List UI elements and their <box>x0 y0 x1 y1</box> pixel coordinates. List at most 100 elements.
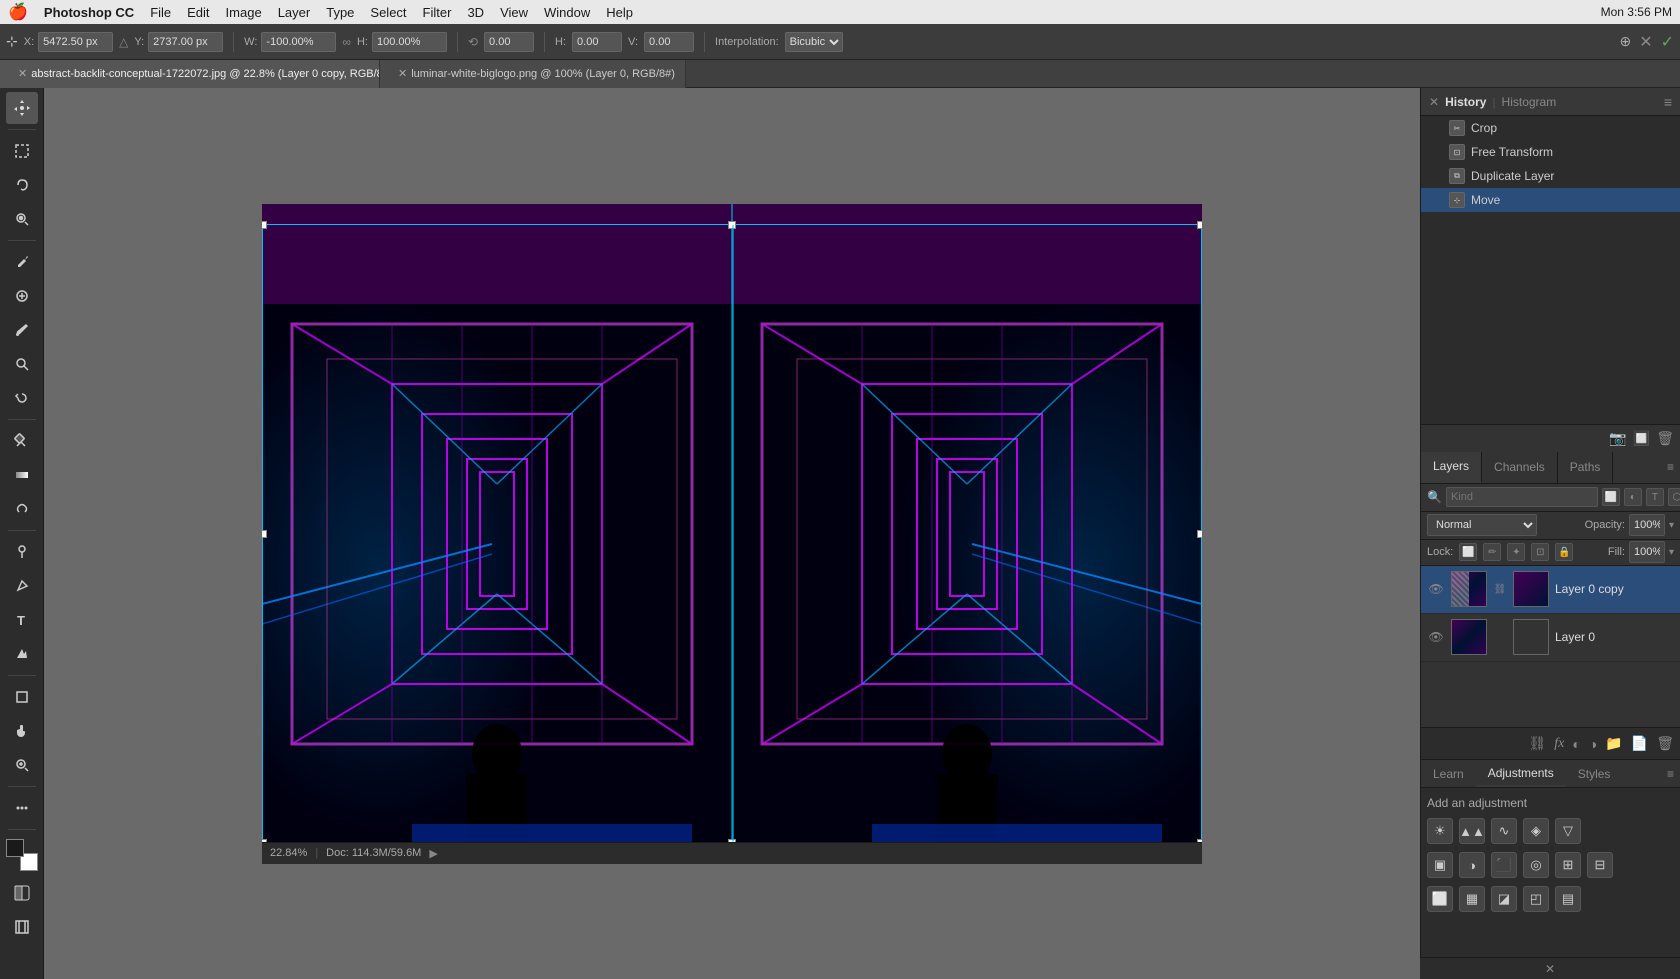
zoom-tool[interactable] <box>6 749 38 781</box>
rotate-input[interactable] <box>484 32 534 52</box>
eraser-tool[interactable] <box>6 425 38 457</box>
h-skew-input[interactable] <box>572 32 622 52</box>
fx-btn[interactable]: fx <box>1554 736 1564 752</box>
pen-tool[interactable] <box>6 570 38 602</box>
screen-mode-btn[interactable] <box>6 911 38 943</box>
brush-tool[interactable] <box>6 314 38 346</box>
link-layers-btn[interactable]: ⛓ <box>1529 735 1547 752</box>
menu-view[interactable]: View <box>500 5 528 20</box>
adj-invert-btn[interactable]: ⬜ <box>1427 886 1453 912</box>
history-brush-tool[interactable] <box>6 382 38 414</box>
eyedropper-tool[interactable] <box>6 246 38 278</box>
layer-item-layer0[interactable]: 👁 Layer 0 <box>1421 614 1680 662</box>
new-layer-btn[interactable]: 📄 <box>1631 735 1648 752</box>
lasso-tool[interactable] <box>6 169 38 201</box>
close-adjustments-btn[interactable]: ✕ <box>1545 962 1555 976</box>
adj-hsl-btn[interactable]: ▣ <box>1427 852 1453 878</box>
lock-position-btn[interactable]: ✦ <box>1507 543 1525 561</box>
adj-colorlookup-btn[interactable]: ⊟ <box>1587 852 1613 878</box>
adj-vibrance-btn[interactable]: ▽ <box>1555 818 1581 844</box>
healing-tool[interactable] <box>6 280 38 312</box>
adj-levels-btn[interactable]: ▲▲ <box>1459 818 1485 844</box>
add-mask-btn[interactable]: ◐ <box>1572 736 1580 752</box>
confirm-transform-btn[interactable]: ✓ <box>1661 32 1674 52</box>
adjustments-panel-menu[interactable]: ≡ <box>1661 760 1680 787</box>
new-snapshot-btn[interactable]: 🔲 <box>1633 430 1650 447</box>
tab-1[interactable]: ✕ abstract-backlit-conceptual-1722072.jp… <box>0 60 380 88</box>
adj-gradientmap-btn[interactable]: ▤ <box>1555 886 1581 912</box>
layer-visibility-layer0copy[interactable]: 👁 <box>1427 582 1445 596</box>
adj-brightness-btn[interactable]: ☀ <box>1427 818 1453 844</box>
adjustments-btn[interactable]: ◑ <box>1589 736 1597 752</box>
menu-edit[interactable]: Edit <box>187 5 209 20</box>
extras-tool[interactable] <box>6 792 38 824</box>
tab-layers[interactable]: Layers <box>1421 452 1482 483</box>
delete-state-btn[interactable]: 🗑 <box>1656 430 1674 447</box>
lock-artboard-btn[interactable]: ⊡ <box>1531 543 1549 561</box>
adj-posterize-btn[interactable]: ▦ <box>1459 886 1485 912</box>
filter-text-btn[interactable]: T <box>1646 488 1664 506</box>
quick-select-tool[interactable] <box>6 203 38 235</box>
cancel-transform-btn[interactable]: ✕ <box>1639 32 1652 52</box>
adj-selectivecolor-btn[interactable]: ◰ <box>1523 886 1549 912</box>
history-item-duplicatelayer[interactable]: ⧉ Duplicate Layer <box>1421 164 1680 188</box>
filter-adjustment-btn[interactable]: ◐ <box>1624 488 1642 506</box>
shape-tool[interactable] <box>6 681 38 713</box>
tab-channels[interactable]: Channels <box>1482 452 1558 483</box>
tab-styles[interactable]: Styles <box>1566 760 1623 787</box>
menu-3d[interactable]: 3D <box>467 5 484 20</box>
fill-input[interactable] <box>1629 541 1665 563</box>
history-item-move[interactable]: ⊹ Move <box>1421 188 1680 212</box>
menu-window[interactable]: Window <box>544 5 590 20</box>
lock-all-btn[interactable]: 🔒 <box>1555 543 1573 561</box>
histogram-tab[interactable]: Histogram <box>1502 95 1557 109</box>
history-item-crop[interactable]: ✂ Crop <box>1421 116 1680 140</box>
adj-threshold-btn[interactable]: ◪ <box>1491 886 1517 912</box>
dodge-tool[interactable] <box>6 536 38 568</box>
tab-1-close[interactable]: ✕ <box>18 67 27 80</box>
move-tool[interactable] <box>6 92 38 124</box>
adj-channelmixer-btn[interactable]: ⊞ <box>1555 852 1581 878</box>
canvas-image[interactable] <box>262 204 1202 864</box>
clone-tool[interactable] <box>6 348 38 380</box>
close-history-btn[interactable]: ✕ <box>1429 95 1439 109</box>
h-input[interactable] <box>372 32 447 52</box>
panel-menu-btn[interactable]: ≡ <box>1664 94 1672 110</box>
blend-mode-select[interactable]: Normal Dissolve Multiply Screen Overlay <box>1427 514 1537 536</box>
gradient-tool[interactable] <box>6 459 38 491</box>
adj-colorbalance-btn[interactable]: ◑ <box>1459 852 1485 878</box>
tab-2-close[interactable]: ✕ <box>398 67 407 80</box>
opacity-dropdown-arrow[interactable]: ▾ <box>1669 520 1674 531</box>
layer-visibility-layer0[interactable]: 👁 <box>1427 630 1445 644</box>
layer-search-input[interactable] <box>1446 487 1598 507</box>
menu-type[interactable]: Type <box>326 5 354 20</box>
adj-exposure-btn[interactable]: ◈ <box>1523 818 1549 844</box>
filter-shape-btn[interactable]: ⬡ <box>1668 488 1680 506</box>
color-picker[interactable] <box>6 839 38 871</box>
blur-tool[interactable] <box>6 493 38 525</box>
menu-select[interactable]: Select <box>370 5 406 20</box>
hand-tool[interactable] <box>6 715 38 747</box>
warp-icon[interactable]: ⊕ <box>1619 33 1631 50</box>
delete-layer-btn[interactable]: 🗑 <box>1656 735 1674 752</box>
history-item-freetransform[interactable]: ⊡ Free Transform <box>1421 140 1680 164</box>
quick-mask-btn[interactable] <box>6 877 38 909</box>
text-tool[interactable]: T <box>6 604 38 636</box>
tab-paths[interactable]: Paths <box>1558 452 1614 483</box>
lock-pixels-btn[interactable]: ✏ <box>1483 543 1501 561</box>
interpolation-select[interactable]: Bicubic <box>785 32 843 52</box>
history-tab[interactable]: History <box>1445 95 1486 109</box>
apple-menu[interactable]: 🍎 <box>8 2 28 22</box>
tab-adjustments[interactable]: Adjustments <box>1476 760 1566 787</box>
menu-filter[interactable]: Filter <box>423 5 452 20</box>
menu-help[interactable]: Help <box>606 5 633 20</box>
adj-photofilter-btn[interactable]: ◎ <box>1523 852 1549 878</box>
layers-panel-menu[interactable]: ≡ <box>1661 452 1680 483</box>
adj-curves-btn[interactable]: ∿ <box>1491 818 1517 844</box>
info-arrow[interactable]: ▶ <box>429 847 437 860</box>
fill-dropdown-arrow[interactable]: ▾ <box>1669 547 1674 558</box>
lock-transparent-btn[interactable]: ⬜ <box>1459 543 1477 561</box>
tab-2[interactable]: ✕ luminar-white-biglogo.png @ 100% (Laye… <box>380 60 686 88</box>
adj-bw-btn[interactable]: ⬛ <box>1491 852 1517 878</box>
snapshot-camera-btn[interactable]: 📷 <box>1609 430 1626 447</box>
